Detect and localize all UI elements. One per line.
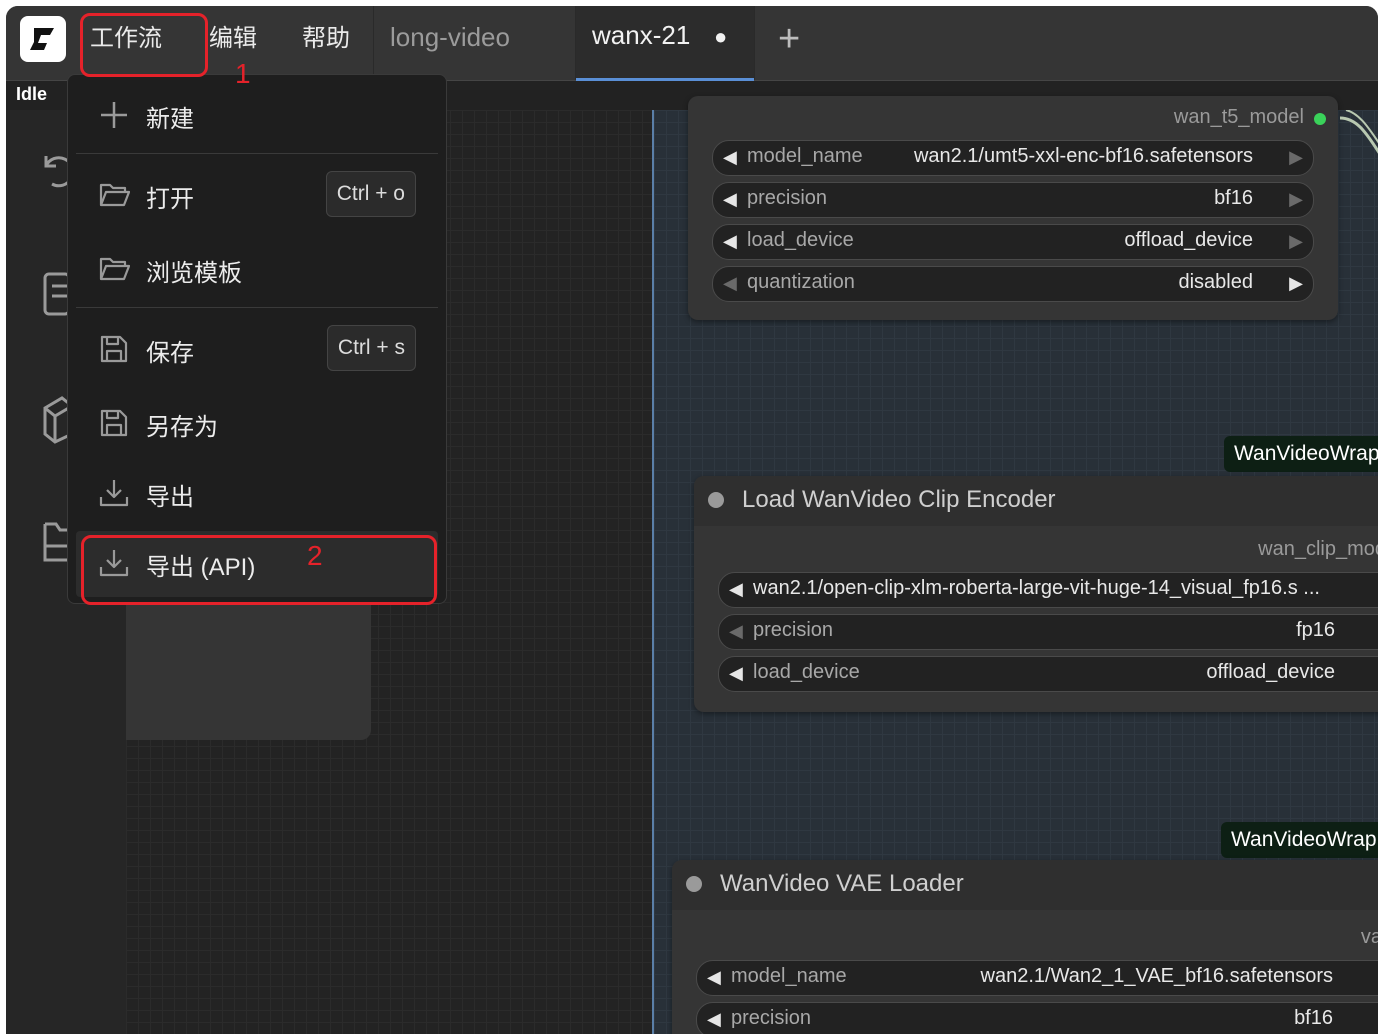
node-title: WanVideo VAE Loader — [720, 870, 964, 897]
widget-precision[interactable]: ◀ precision bf16 ▶ — [712, 182, 1314, 218]
node-vae-loader[interactable]: WanVideo VAE Loader va ◀ model_name wan2.1… — [672, 860, 1378, 1034]
unsaved-dot-icon: ● — [714, 24, 728, 49]
node-header[interactable]: WanVideo VAE Loader — [672, 860, 1378, 910]
output-label: va — [1360, 926, 1378, 948]
plus-icon — [101, 102, 127, 128]
widget-model-name[interactable]: ◀ model_name wan2.1/Wan2_1_VAE_bf16.safete… — [696, 960, 1378, 996]
app-window: 工作流 编辑 帮助 long-video wanx-21 ● + Idle wa… — [6, 6, 1378, 1034]
add-tab-button[interactable]: + — [778, 20, 800, 58]
folder-open-icon — [99, 257, 130, 281]
tab-label: wanx-21 — [592, 20, 691, 50]
annotation-box-2 — [81, 535, 437, 605]
node-source-badge: WanVideoWrap — [1221, 822, 1378, 858]
output-label: wan_t5_model — [1173, 106, 1304, 128]
widget-load-device[interactable]: ◀ load_device offload_device ▶ — [712, 224, 1314, 260]
top-bar: 工作流 编辑 帮助 long-video wanx-21 ● + — [6, 6, 1378, 81]
menu-item-open[interactable]: 打开 Ctrl + o — [76, 165, 438, 225]
menu-item-save[interactable]: 保存 Ctrl + s — [76, 319, 438, 379]
status-idle: Idle — [16, 84, 48, 104]
collapse-dot-icon[interactable] — [708, 492, 724, 508]
annotation-number-1: 1 — [235, 58, 251, 89]
hidden-node[interactable] — [126, 590, 371, 740]
tab-long-video[interactable]: long-video — [390, 6, 510, 78]
save-icon — [100, 409, 128, 437]
workflow-menu-dropdown: 新建 打开 Ctrl + o 浏览模板 保存 Ctrl + s 另存为 导出 导 — [67, 74, 447, 604]
node-t5-encoder[interactable]: wan_t5_model ◀ model_name wan2.1/umt5-xxl-… — [688, 96, 1338, 320]
widget-load-device[interactable]: ◀ load_device offload_device — [718, 656, 1378, 692]
save-icon — [100, 335, 128, 363]
node-source-badge: WanVideoWrap — [1224, 436, 1378, 472]
annotation-box-1 — [80, 13, 208, 77]
menu-item-new[interactable]: 新建 — [76, 85, 438, 145]
widget-precision[interactable]: ◀ precision bf16 — [696, 1002, 1378, 1034]
output-label: wan_clip_mod — [1258, 538, 1378, 560]
menu-item-browse-templates[interactable]: 浏览模板 — [76, 239, 438, 299]
app-logo-icon[interactable] — [20, 16, 66, 62]
annotation-number-2: 2 — [307, 540, 323, 571]
menu-help[interactable]: 帮助 — [302, 22, 350, 56]
node-title: Load WanVideo Clip Encoder — [742, 486, 1056, 513]
link-wire — [1340, 110, 1378, 154]
widget-clip-model[interactable]: ◀ wan2.1/open-clip-xlm-roberta-large-vit-… — [718, 572, 1378, 608]
menu-item-export[interactable]: 导出 — [76, 463, 438, 523]
widget-quantization[interactable]: ◀ quantization disabled ▶ — [712, 266, 1314, 302]
node-group[interactable]: wan_t5_model ◀ model_name wan2.1/umt5-xxl-… — [652, 96, 1378, 1034]
widget-precision[interactable]: ◀ precision fp16 — [718, 614, 1378, 650]
download-icon — [99, 480, 129, 507]
output-slot-icon[interactable] — [1314, 113, 1326, 125]
widget-model-name[interactable]: ◀ model_name wan2.1/umt5-xxl-enc-bf16.safe… — [712, 140, 1314, 176]
folder-open-icon — [99, 183, 130, 207]
tab-wanx-21[interactable]: wanx-21 ● — [576, 6, 754, 81]
menu-edit[interactable]: 编辑 — [209, 22, 257, 56]
node-header[interactable]: Load WanVideo Clip Encoder — [694, 476, 1378, 526]
menu-item-save-as[interactable]: 另存为 — [76, 393, 438, 453]
node-clip-encoder[interactable]: Load WanVideo Clip Encoder wan_clip_mod … — [694, 476, 1378, 712]
collapse-dot-icon[interactable] — [686, 876, 702, 892]
shortcut-badge: Ctrl + o — [325, 171, 416, 217]
shortcut-badge: Ctrl + s — [326, 325, 416, 371]
